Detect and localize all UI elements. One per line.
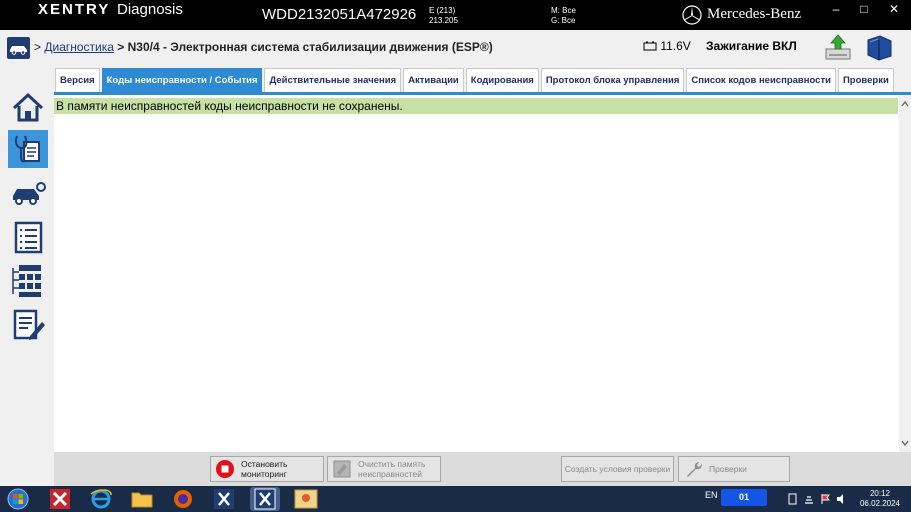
clear-memory-line2: неисправностей [358,469,422,479]
battery-icon [643,41,657,51]
sidebar-item-diagnosis[interactable] [8,130,48,168]
system-clock[interactable]: 20:12 06.02.2024 [852,489,908,509]
left-sidebar [0,88,52,488]
checks-label: Проверки [709,464,747,474]
tab-activations[interactable]: Активации [403,68,464,92]
scroll-down-icon[interactable] [899,437,911,449]
battery-value: 11.6V [660,39,691,53]
tray-badge[interactable]: 01 [721,489,767,506]
home-icon [12,92,44,122]
breadcrumb: > Диагностика > N30/4 - Электронная сист… [34,40,493,54]
create-test-conditions-label: Создать условия проверки [564,464,671,474]
app-name: Diagnosis [117,1,183,18]
manual-book-icon[interactable] [864,32,894,62]
clear-fault-memory-button[interactable]: Очистить память неисправностей [327,456,441,482]
bottom-toolbar: Остановить мониторинг Очистить память не… [54,452,911,486]
tray-volume-icon[interactable] [836,493,847,505]
internet-explorer-icon[interactable] [86,487,116,511]
edit-document-icon [13,309,45,340]
maximize-button[interactable]: □ [854,2,874,18]
clear-fault-memory-label: Очистить память неисправностей [358,459,425,479]
windows-taskbar: EN 01 20:12 06.02.2024 [0,486,911,512]
battery-voltage: 11.6V [643,39,691,53]
no-faults-message: В памяти неисправностей коды неисправнос… [54,98,898,114]
checks-button[interactable]: Проверки [678,456,790,482]
clock-time: 20:12 [869,489,891,498]
stop-monitoring-line2: мониторинг [241,469,287,479]
popup-app-icon[interactable] [291,487,321,511]
vehicle-button[interactable] [7,37,30,59]
close-button[interactable]: ✕ [884,2,904,18]
sidebar-item-report[interactable] [8,306,48,344]
vertical-scrollbar[interactable] [899,95,911,452]
stop-monitoring-label: Остановить мониторинг [241,459,287,479]
stethoscope-clipboard-icon [14,135,40,163]
breadcrumb-link-diagnostics[interactable]: Диагностика [44,40,114,54]
sidebar-item-home[interactable] [8,88,48,126]
tray-device-icon[interactable] [788,493,797,505]
tab-version[interactable]: Версия [55,68,100,92]
mercedes-star-icon [682,5,702,25]
title-bar: XENTRY Diagnosis WDD2132051A472926 E (21… [0,0,911,30]
update-upload-icon[interactable] [823,32,853,62]
stop-icon [216,460,234,478]
tray-badge-value: 01 [738,492,749,502]
control-units-grid-icon [12,265,41,297]
header-bar: > Диагностика > N30/4 - Электронная сист… [0,30,911,66]
brand-name: XENTRY [38,1,111,18]
scroll-up-icon[interactable] [899,98,911,110]
tab-control-unit-log[interactable]: Протокол блока управления [540,68,685,92]
xentry-app-icon[interactable] [209,487,239,511]
sidebar-item-modules[interactable] [8,262,48,300]
model-code: E (213) [429,6,456,15]
tab-codings[interactable]: Кодирования [465,68,539,92]
eraser-icon [333,460,351,478]
tab-checks[interactable]: Проверки [837,68,894,92]
tray-network-icon[interactable] [804,493,814,505]
vin-number: WDD2132051A472926 [262,6,417,23]
tray-flag-icon[interactable] [820,493,831,505]
clock-date: 06.02.2024 [859,499,901,508]
list-icon [14,221,43,254]
tab-bar: Версия Коды неисправности / События Дейс… [55,68,896,92]
firefox-icon[interactable] [168,487,198,511]
model-info: E (213) 213.205 [429,6,458,26]
tab-actual-values[interactable]: Действительные значения [264,68,402,92]
clear-memory-line1: Очистить память [358,459,426,469]
sidebar-item-list[interactable] [8,218,48,256]
taskbar-app-red-x-icon[interactable] [45,487,75,511]
stop-monitoring-button[interactable]: Остановить мониторинг [210,456,324,482]
xentry-window: XENTRY Diagnosis WDD2132051A472926 E (21… [0,0,911,512]
file-explorer-icon[interactable] [127,487,157,511]
xentry-active-app-icon[interactable] [250,487,280,511]
stop-monitoring-line1: Остановить [241,459,288,469]
language-indicator[interactable]: EN [705,490,718,500]
car-icon [10,46,27,55]
tab-fault-code-list[interactable]: Список кодов неисправности [686,68,836,92]
minimize-button[interactable]: – [826,2,846,18]
g-label: G: Все [551,16,576,25]
fault-memory-panel: В памяти неисправностей коды неисправнос… [54,92,911,452]
maker-name: Mercedes-Benz [707,6,802,22]
create-test-conditions-button[interactable]: Создать условия проверки [561,456,674,482]
start-button-icon[interactable] [3,487,33,511]
breadcrumb-current: > N30/4 - Электронная система стабилизац… [117,40,493,54]
wrench-icon [687,462,702,477]
vehicle-service-icon [13,182,46,205]
ignition-status: Зажигание ВКЛ [706,39,797,53]
tab-fault-codes-events[interactable]: Коды неисправности / События [101,68,263,92]
breadcrumb-sep: > [34,40,42,54]
m-label: M: Все [551,6,576,15]
mg-info: M: Все G: Все [551,6,576,26]
sidebar-item-vehicle[interactable] [8,174,48,212]
model-variant: 213.205 [429,16,458,25]
